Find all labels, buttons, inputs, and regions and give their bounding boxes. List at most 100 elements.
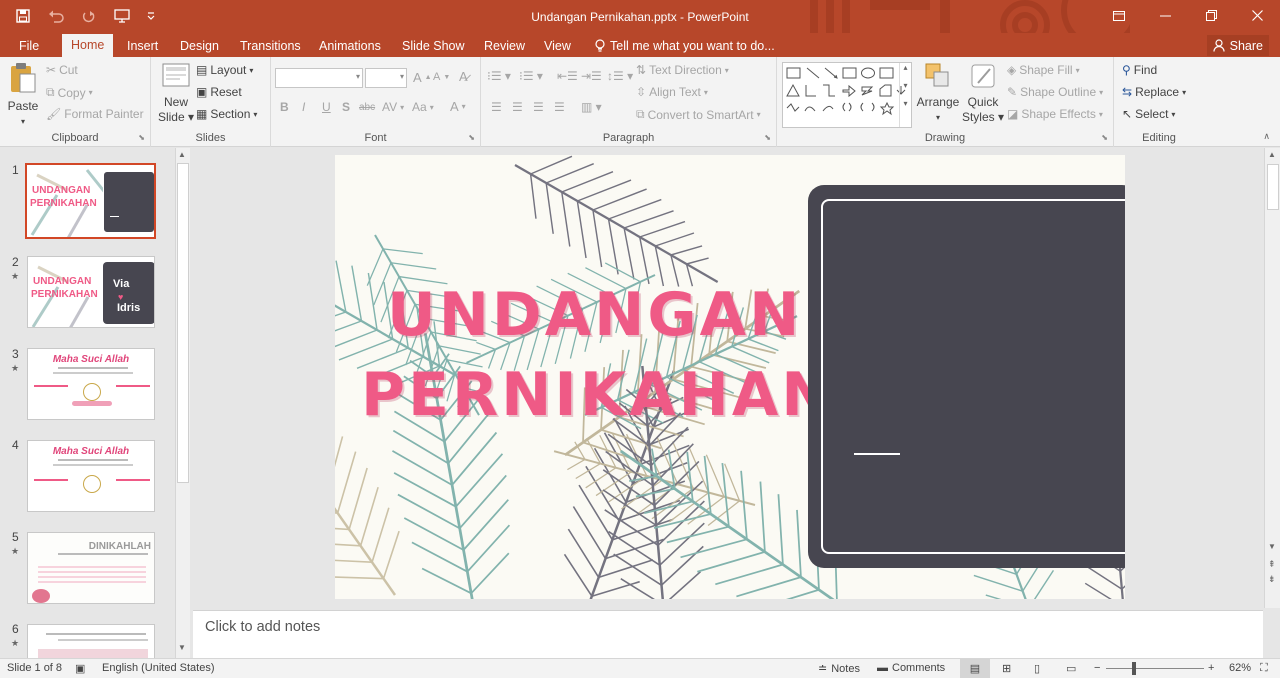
shapes-gallery-scroll[interactable]: ▴ ▾ ▾ <box>899 63 911 127</box>
close-icon[interactable] <box>1234 0 1280 31</box>
next-slide-icon[interactable]: ⇟ <box>1268 574 1276 585</box>
minimize-icon[interactable] <box>1142 0 1188 31</box>
dark-panel[interactable] <box>808 185 1125 568</box>
scroll-down-icon[interactable]: ▼ <box>178 643 186 652</box>
thumbnail-scrollbar[interactable]: ▲ ▼ <box>175 148 190 658</box>
quick-styles-button[interactable]: Quick Styles ▾ <box>961 61 1005 125</box>
tab-design[interactable]: Design <box>180 36 219 57</box>
align-right-icon[interactable]: ☰ <box>533 100 544 114</box>
shapes-gallery[interactable]: ▴ ▾ ▾ <box>782 62 912 128</box>
reset-button[interactable]: ▣ Reset <box>196 85 242 99</box>
slide-thumbnail-6[interactable] <box>27 624 155 658</box>
shape-outline-button[interactable]: ✎ Shape Outline ▾ <box>1007 85 1103 99</box>
text-direction-button[interactable]: ⇅ Text Direction ▾ <box>636 63 729 77</box>
scroll-up-icon[interactable]: ▲ <box>1268 150 1276 159</box>
select-button[interactable]: ↖ Select ▾ <box>1122 107 1175 121</box>
bold-button[interactable]: B <box>280 100 289 114</box>
align-text-button[interactable]: ⇳ Align Text ▾ <box>636 85 708 99</box>
dialog-launcher-icon[interactable]: ⬊ <box>764 133 771 142</box>
slide-thumbnail-4[interactable]: Maha Suci Allah <box>27 440 155 512</box>
decrease-indent-icon[interactable]: ⇤☰ <box>557 69 578 83</box>
shape-fill-button[interactable]: ◈ Shape Fill ▾ <box>1007 63 1080 77</box>
strikethrough-button[interactable]: abc <box>359 102 375 113</box>
increase-indent-icon[interactable]: ⇥☰ <box>581 69 602 83</box>
normal-view-button[interactable]: ▤ <box>960 659 990 678</box>
paste-button[interactable]: Paste ▾ <box>4 61 42 129</box>
zoom-in-button[interactable]: + <box>1208 662 1214 674</box>
slide-thumbnail-5[interactable]: DINIKAHLAH <box>27 532 155 604</box>
font-size-select[interactable]: ▾ <box>365 68 407 88</box>
convert-smartart-button[interactable]: ⧉ Convert to SmartArt ▾ <box>636 107 761 122</box>
comments-toggle-button[interactable]: ▬ Comments <box>877 662 945 674</box>
slide-title-line1[interactable]: UNDANGAN <box>387 280 802 350</box>
underline-button[interactable]: U <box>322 100 331 114</box>
notes-pane[interactable]: Click to add notes <box>193 610 1263 658</box>
tab-view[interactable]: View <box>544 36 571 57</box>
arrange-button[interactable]: Arrange ▾ <box>914 61 962 125</box>
slide-thumbnail-2[interactable]: UNDANGAN PERNIKAHAN Via ♥ Idris <box>27 256 155 328</box>
fit-to-window-icon[interactable]: ⛶ <box>1260 662 1268 675</box>
tab-insert[interactable]: Insert <box>127 36 158 57</box>
slide-sorter-button[interactable]: ⊞ <box>1002 662 1011 675</box>
shape-effects-button[interactable]: ◪ Shape Effects ▾ <box>1007 107 1103 121</box>
dialog-launcher-icon[interactable]: ⬊ <box>468 133 475 142</box>
tab-file[interactable]: File <box>19 36 39 57</box>
clear-formatting-icon[interactable]: A̷ <box>459 69 468 84</box>
language-indicator[interactable]: English (United States) <box>102 662 215 674</box>
dialog-launcher-icon[interactable]: ⬊ <box>138 133 145 142</box>
columns-icon[interactable]: ▥ ▾ <box>581 100 602 114</box>
scroll-thumb[interactable] <box>1267 164 1279 210</box>
find-button[interactable]: ⚲ Find <box>1122 63 1157 77</box>
bullets-icon[interactable]: ⁝☰ ▾ <box>487 69 511 83</box>
dialog-launcher-icon[interactable]: ⬊ <box>1101 133 1108 142</box>
new-slide-button[interactable]: New Slide ▾ <box>156 61 196 125</box>
change-case-button[interactable]: Aa ▾ <box>412 100 434 114</box>
share-button[interactable]: Share <box>1206 35 1269 56</box>
ribbon-display-options-icon[interactable] <box>1096 0 1142 31</box>
slideshow-button[interactable]: ▭ <box>1066 662 1076 675</box>
tab-transitions[interactable]: Transitions <box>240 36 301 57</box>
tab-slide-show[interactable]: Slide Show <box>402 36 465 57</box>
zoom-slider-thumb[interactable] <box>1132 662 1136 675</box>
align-center-icon[interactable]: ☰ <box>512 100 523 114</box>
slide-thumbnail-1[interactable]: UNDANGAN PERNIKAHAN <box>25 163 156 239</box>
tell-me-search[interactable]: Tell me what you want to do... <box>594 36 775 56</box>
character-spacing-button[interactable]: AV ▾ <box>382 100 404 114</box>
layout-button[interactable]: ▤ Layout ▾ <box>196 63 253 77</box>
shrink-font-icon[interactable]: A ▼ <box>433 71 450 83</box>
grow-font-icon[interactable]: A ▲ <box>413 70 432 85</box>
align-left-icon[interactable]: ☰ <box>491 100 502 114</box>
scroll-up-icon[interactable]: ▲ <box>178 150 186 159</box>
slide-scrollbar[interactable]: ▲ ▼ ⇞ ⇟ <box>1264 148 1280 608</box>
tab-review[interactable]: Review <box>484 36 525 57</box>
tab-animations[interactable]: Animations <box>319 36 381 57</box>
collapse-ribbon-icon[interactable]: ∧ <box>1263 131 1270 142</box>
section-button[interactable]: ▦ Section ▾ <box>196 107 257 121</box>
numbering-icon[interactable]: ⁝☰ ▾ <box>519 69 543 83</box>
italic-button[interactable]: I <box>302 100 305 114</box>
zoom-out-button[interactable]: − <box>1094 662 1100 674</box>
slide-thumbnail-3[interactable]: Maha Suci Allah <box>27 348 155 420</box>
notes-toggle-button[interactable]: ≐ Notes <box>818 662 860 676</box>
current-slide[interactable]: UNDANGAN PERNIKAHAN <box>335 155 1125 599</box>
cut-button[interactable]: ✂ Cut <box>46 63 78 77</box>
replace-button[interactable]: ⇆ Replace ▾ <box>1122 85 1186 99</box>
reading-view-button[interactable]: ▯ <box>1034 662 1040 675</box>
slide-thumbnail-pane: 1 UNDANGAN PERNIKAHAN 2 ★ UNDANGAN PERNI… <box>0 148 192 658</box>
tab-home[interactable]: Home <box>62 34 114 57</box>
slide-title-line2[interactable]: PERNIKAHAN <box>361 360 835 430</box>
format-painter-button[interactable]: 🖌 Format Painter <box>46 107 144 121</box>
previous-slide-icon[interactable]: ⇞ <box>1268 559 1276 570</box>
justify-icon[interactable]: ☰ <box>554 100 565 114</box>
zoom-slider-track[interactable] <box>1106 668 1204 669</box>
spell-check-icon[interactable]: ▣ <box>75 662 85 675</box>
font-name-select[interactable]: ▾ <box>275 68 363 88</box>
copy-button[interactable]: ⧉ Copy ▾ <box>46 85 93 100</box>
line-spacing-icon[interactable]: ↕☰ ▾ <box>607 69 633 83</box>
font-color-button[interactable]: A ▾ <box>450 99 466 114</box>
scroll-down-icon[interactable]: ▼ <box>1268 542 1276 551</box>
zoom-level[interactable]: 62% <box>1229 662 1251 674</box>
restore-icon[interactable] <box>1188 0 1234 31</box>
text-shadow-button[interactable]: S <box>342 100 350 114</box>
scroll-thumb[interactable] <box>177 163 189 483</box>
